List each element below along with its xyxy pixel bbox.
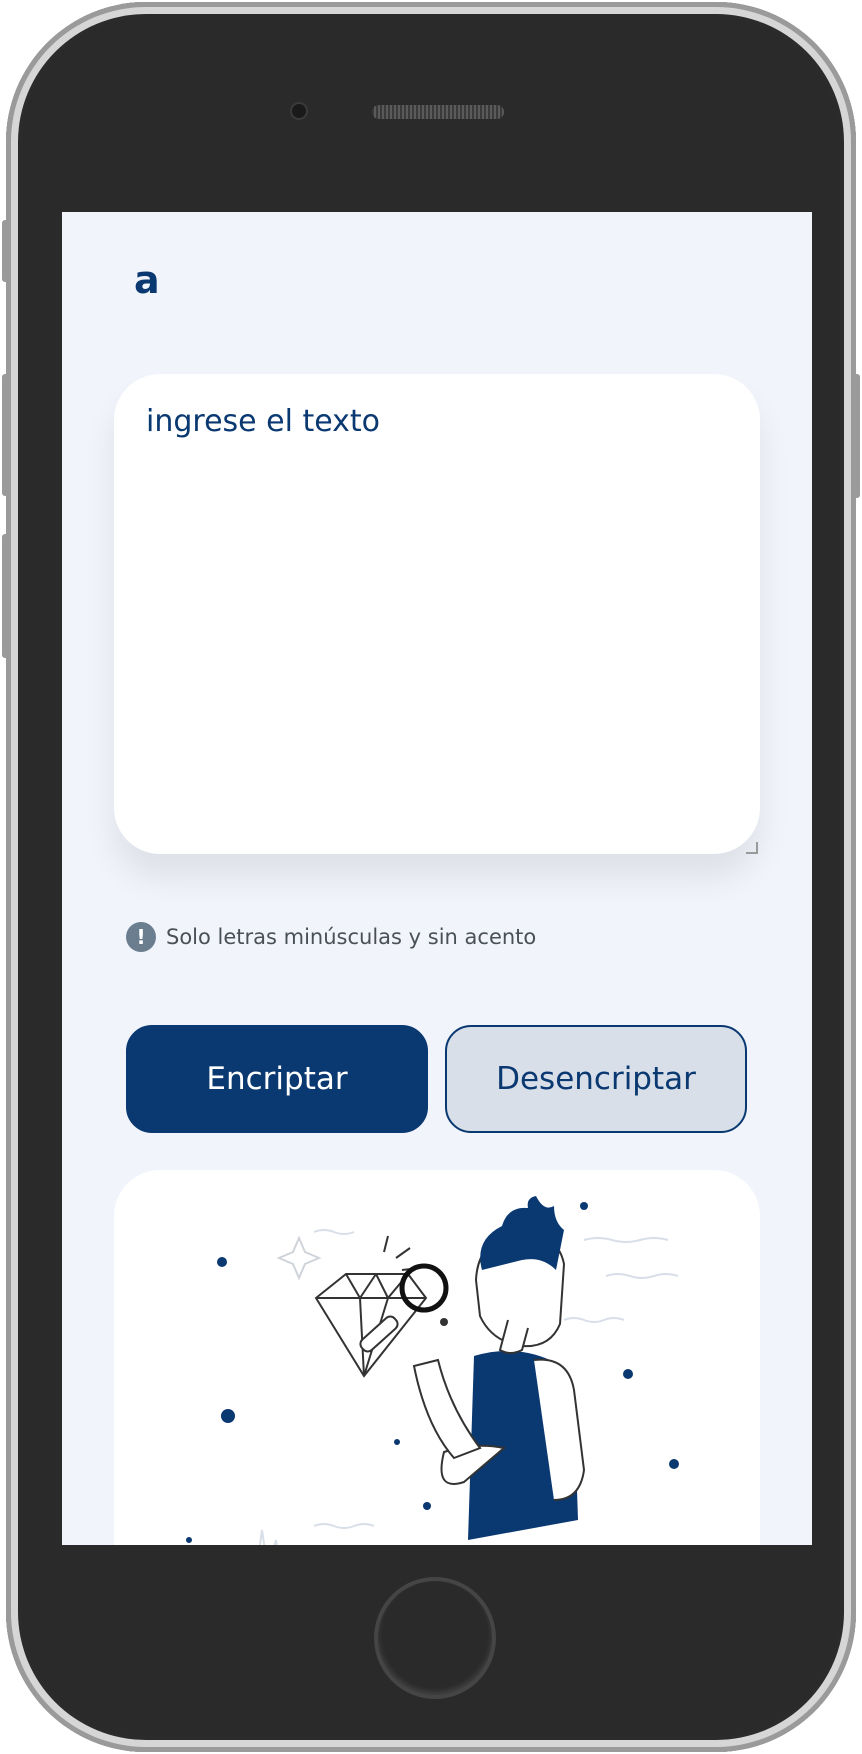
app-screen: a ! Solo letras minúsculas y sin acento … bbox=[62, 212, 812, 1545]
diamond-icon bbox=[314, 1273, 428, 1378]
power-button bbox=[852, 374, 860, 498]
exclamation-icon: ! bbox=[126, 922, 156, 952]
output-card bbox=[114, 1170, 760, 1545]
mute-switch bbox=[2, 220, 10, 282]
front-camera-icon bbox=[292, 104, 306, 118]
sketch-lines bbox=[258, 1229, 679, 1545]
encrypt-button[interactable]: Encriptar bbox=[126, 1025, 428, 1133]
speaker-grille bbox=[372, 105, 504, 119]
volume-down-button bbox=[2, 534, 10, 658]
person-arm-left bbox=[412, 1358, 482, 1460]
volume-up-button bbox=[2, 374, 10, 496]
info-message: ! Solo letras minúsculas y sin acento bbox=[126, 920, 536, 954]
logo-icon[interactable]: a bbox=[134, 260, 160, 300]
shine-lines bbox=[383, 1235, 421, 1271]
text-input[interactable] bbox=[144, 402, 738, 826]
input-card bbox=[114, 374, 760, 854]
person-mouth bbox=[440, 1318, 448, 1326]
resize-handle-icon[interactable] bbox=[746, 842, 758, 854]
phone-frame: a ! Solo letras minúsculas y sin acento … bbox=[6, 2, 856, 1752]
info-text: Solo letras minúsculas y sin acento bbox=[166, 925, 537, 949]
person-with-magnifier-illustration bbox=[186, 1196, 679, 1545]
person-hair bbox=[480, 1196, 564, 1270]
home-button[interactable] bbox=[374, 1577, 496, 1699]
sparkle-icon bbox=[276, 1235, 322, 1281]
decrypt-button[interactable]: Desencriptar bbox=[445, 1025, 747, 1133]
